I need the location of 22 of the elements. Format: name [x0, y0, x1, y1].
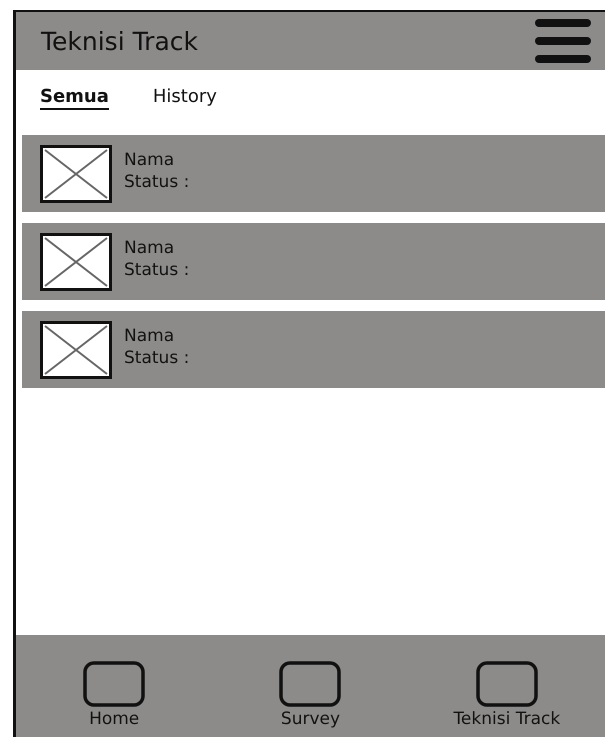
item-name: Nama	[124, 326, 176, 346]
item-status: Status :	[124, 260, 190, 280]
nav-button[interactable]: Teknisi Track	[408, 661, 605, 729]
square-icon	[83, 661, 146, 707]
nav-button[interactable]: Home	[16, 661, 212, 729]
image-placeholder-icon	[40, 320, 112, 378]
tab[interactable]: Semua	[40, 86, 109, 110]
list-item[interactable]: Nama Status :	[22, 311, 605, 388]
list-item[interactable]: Nama Status :	[22, 135, 605, 212]
image-placeholder-icon	[40, 232, 112, 290]
app-title: Teknisi Track	[41, 26, 198, 56]
item-status: Status :	[124, 172, 190, 192]
item-name: Nama	[124, 150, 176, 170]
item-status: Status :	[124, 348, 190, 368]
square-icon	[476, 661, 538, 707]
menu-icon[interactable]	[535, 17, 591, 65]
tab[interactable]: History	[152, 86, 217, 110]
item-name: Nama	[124, 238, 176, 258]
list-item[interactable]: Nama Status :	[22, 223, 605, 300]
nav-button[interactable]: Survey	[212, 661, 409, 729]
image-placeholder-icon	[40, 144, 112, 202]
square-icon	[279, 661, 342, 707]
